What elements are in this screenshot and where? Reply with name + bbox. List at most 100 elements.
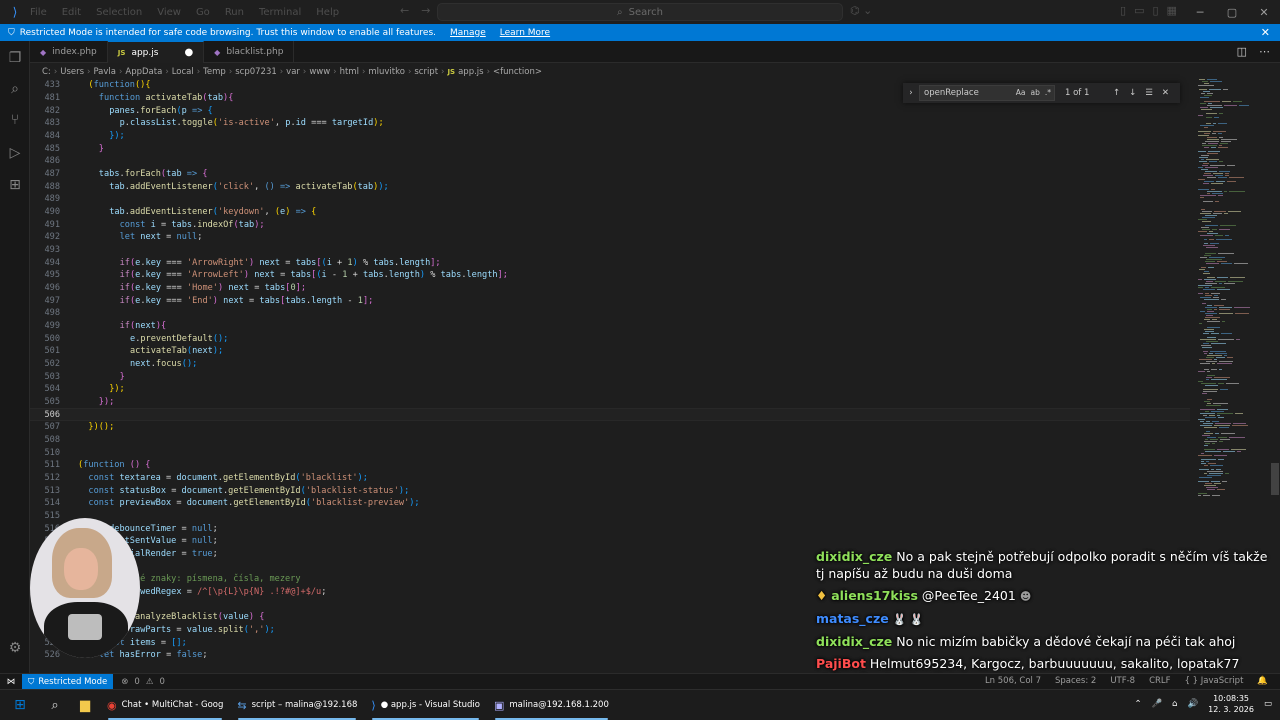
code-line[interactable]: 500 e.preventDefault(); xyxy=(30,332,1190,345)
code-line[interactable]: 485} xyxy=(30,142,1190,155)
menu-selection[interactable]: Selection xyxy=(96,7,142,18)
explorer-icon[interactable]: ❐ xyxy=(0,47,30,69)
code-line[interactable]: 492 let next = null; xyxy=(30,231,1190,244)
line-endings[interactable]: CRLF xyxy=(1149,676,1170,686)
breadcrumb-item[interactable]: mluvitko xyxy=(368,67,405,77)
code-line[interactable]: 498 xyxy=(30,307,1190,320)
code-line[interactable]: 514 const previewBox = document.getElemen… xyxy=(30,497,1190,510)
code-line[interactable]: 506 xyxy=(30,408,1190,422)
breadcrumb-item[interactable]: <function> xyxy=(493,67,542,77)
search-icon[interactable]: ⌕ xyxy=(0,78,30,100)
menu-view[interactable]: View xyxy=(157,7,181,18)
code-line[interactable]: 491 const i = tabs.indexOf(tab); xyxy=(30,218,1190,231)
file-explorer-icon[interactable]: ▆ xyxy=(70,698,100,713)
tab-app-js[interactable]: JS app.js ● xyxy=(107,41,205,63)
scrollbar-thumb[interactable] xyxy=(1271,463,1279,495)
code-line[interactable]: 490 tab.addEventListener('keydown', (e) =… xyxy=(30,206,1190,219)
code-line[interactable]: 482 panes.forEach(p => { xyxy=(30,104,1190,117)
indentation[interactable]: Spaces: 2 xyxy=(1055,676,1096,686)
close-window-icon[interactable]: ✕ xyxy=(1248,0,1280,24)
breadcrumb-item[interactable]: script xyxy=(414,67,438,77)
code-line[interactable]: 499 if(next){ xyxy=(30,320,1190,333)
notifications-bell-icon[interactable]: 🔔 xyxy=(1257,676,1268,686)
menu-go[interactable]: Go xyxy=(196,7,210,18)
toggle-secondary-sidebar-icon[interactable]: ▯ xyxy=(1152,4,1158,17)
code-line[interactable]: 513 const statusBox = document.getElement… xyxy=(30,484,1190,497)
code-line[interactable]: 497 if(e.key === 'End') next = tabs[tabs.… xyxy=(30,294,1190,307)
code-line[interactable]: 501 activateTab(next); xyxy=(30,345,1190,358)
breadcrumb-item[interactable]: Users xyxy=(60,67,84,77)
split-editor-icon[interactable]: ◫ xyxy=(1237,45,1247,58)
close-banner-icon[interactable]: ✕ xyxy=(1261,26,1270,39)
encoding[interactable]: UTF-8 xyxy=(1110,676,1135,686)
code-line[interactable]: 489 xyxy=(30,193,1190,206)
code-line[interactable]: 484}); xyxy=(30,130,1190,143)
minimize-icon[interactable]: ─ xyxy=(1184,0,1216,24)
code-line[interactable]: 512 const textarea = document.getElementB… xyxy=(30,472,1190,485)
taskbar-app-vscode[interactable]: ⟩ ● app.js - Visual Studio xyxy=(364,690,487,720)
breadcrumb-item[interactable]: html xyxy=(340,67,359,77)
toggle-panel-icon[interactable]: ▭ xyxy=(1134,4,1144,17)
maximize-icon[interactable]: ▢ xyxy=(1216,0,1248,24)
toggle-replace-icon[interactable]: › xyxy=(903,88,919,98)
code-line[interactable]: 503} xyxy=(30,370,1190,383)
code-line[interactable]: 517let lastSentValue = null; xyxy=(30,535,1190,548)
menu-edit[interactable]: Edit xyxy=(62,7,81,18)
code-line[interactable]: 495 if(e.key === 'ArrowLeft') next = tabs… xyxy=(30,269,1190,282)
remote-indicator-icon[interactable]: ⋈ xyxy=(0,674,22,690)
match-case-toggle[interactable]: Aa xyxy=(1016,88,1026,97)
copilot-icon[interactable]: ⌬ ⌄ xyxy=(850,4,872,17)
code-line[interactable]: 502 next.focus(); xyxy=(30,358,1190,371)
clock[interactable]: 10:08:35 12. 3. 2026 xyxy=(1208,693,1254,715)
breadcrumb-item[interactable]: AppData xyxy=(125,67,162,77)
code-line[interactable]: 510 xyxy=(30,446,1190,459)
network-icon[interactable]: ⌂ xyxy=(1172,699,1177,709)
menu-help[interactable]: Help xyxy=(316,7,339,18)
taskbar-app-winscp[interactable]: ⇆ script – malina@192.168 xyxy=(230,690,364,720)
menu-run[interactable]: Run xyxy=(225,7,244,18)
code-line[interactable]: 487 tabs.forEach(tab => { xyxy=(30,168,1190,181)
find-in-selection-icon[interactable]: ☰ xyxy=(1145,88,1153,98)
regex-toggle[interactable]: .* xyxy=(1045,88,1051,97)
code-line[interactable]: 486 xyxy=(30,155,1190,168)
code-line[interactable]: 515 xyxy=(30,510,1190,523)
extensions-icon[interactable]: ⊞ xyxy=(0,174,30,196)
taskbar-app-putty[interactable]: ▣ malina@192.168.1.200 xyxy=(487,690,616,720)
code-line[interactable]: 493 xyxy=(30,244,1190,257)
restricted-mode-indicator[interactable]: ⛉ Restricted Mode xyxy=(22,673,114,690)
learn-more-link[interactable]: Learn More xyxy=(500,28,550,38)
tab-blacklist-php[interactable]: ◆ blacklist.php xyxy=(204,41,295,63)
match-word-toggle[interactable]: ab xyxy=(1031,88,1040,97)
find-input[interactable]: openReplace Aa ab .* xyxy=(919,85,1055,101)
code-line[interactable]: 507})(); xyxy=(30,421,1190,434)
next-match-icon[interactable]: ↓ xyxy=(1129,88,1136,98)
back-arrow-icon[interactable]: ← xyxy=(400,4,421,17)
source-control-icon[interactable]: ⑂ xyxy=(0,109,30,131)
menu-terminal[interactable]: Terminal xyxy=(259,7,301,18)
cursor-position[interactable]: Ln 506, Col 7 xyxy=(985,676,1041,686)
volume-icon[interactable]: 🔊 xyxy=(1188,699,1199,709)
problems-indicator[interactable]: ⊗ 0 ⚠ 0 xyxy=(121,677,165,687)
more-actions-icon[interactable]: ⋯ xyxy=(1259,45,1270,58)
code-line[interactable]: 488 tab.addEventListener('click', () => a… xyxy=(30,180,1190,193)
close-find-icon[interactable]: ✕ xyxy=(1162,88,1169,98)
manage-link[interactable]: Manage xyxy=(450,28,486,38)
tab-index-php[interactable]: ◆ index.php xyxy=(30,41,108,63)
command-center[interactable]: ⌕ Search xyxy=(437,3,843,21)
toggle-sidebar-icon[interactable]: ▯ xyxy=(1120,4,1126,17)
language-mode[interactable]: { } JavaScript xyxy=(1185,676,1244,686)
breadcrumb-item[interactable]: Temp xyxy=(203,67,226,77)
unsaved-dot-icon[interactable]: ● xyxy=(184,47,193,58)
code-line[interactable]: 508 xyxy=(30,434,1190,447)
previous-match-icon[interactable]: ↑ xyxy=(1113,88,1120,98)
tray-overflow-icon[interactable]: ⌃ xyxy=(1134,699,1141,709)
code-line[interactable]: 496 if(e.key === 'Home') next = tabs[0]; xyxy=(30,282,1190,295)
code-line[interactable]: 516let debounceTimer = null; xyxy=(30,522,1190,535)
run-debug-icon[interactable]: ▷ xyxy=(0,142,30,164)
code-line[interactable]: 504}); xyxy=(30,383,1190,396)
customize-layout-icon[interactable]: ▦ xyxy=(1167,4,1177,17)
notification-center-icon[interactable]: ▭ xyxy=(1264,699,1272,709)
code-line[interactable]: 505}); xyxy=(30,396,1190,409)
breadcrumb-item[interactable]: Pavla xyxy=(93,67,116,77)
taskbar-search-icon[interactable]: ⌕ xyxy=(40,698,70,713)
